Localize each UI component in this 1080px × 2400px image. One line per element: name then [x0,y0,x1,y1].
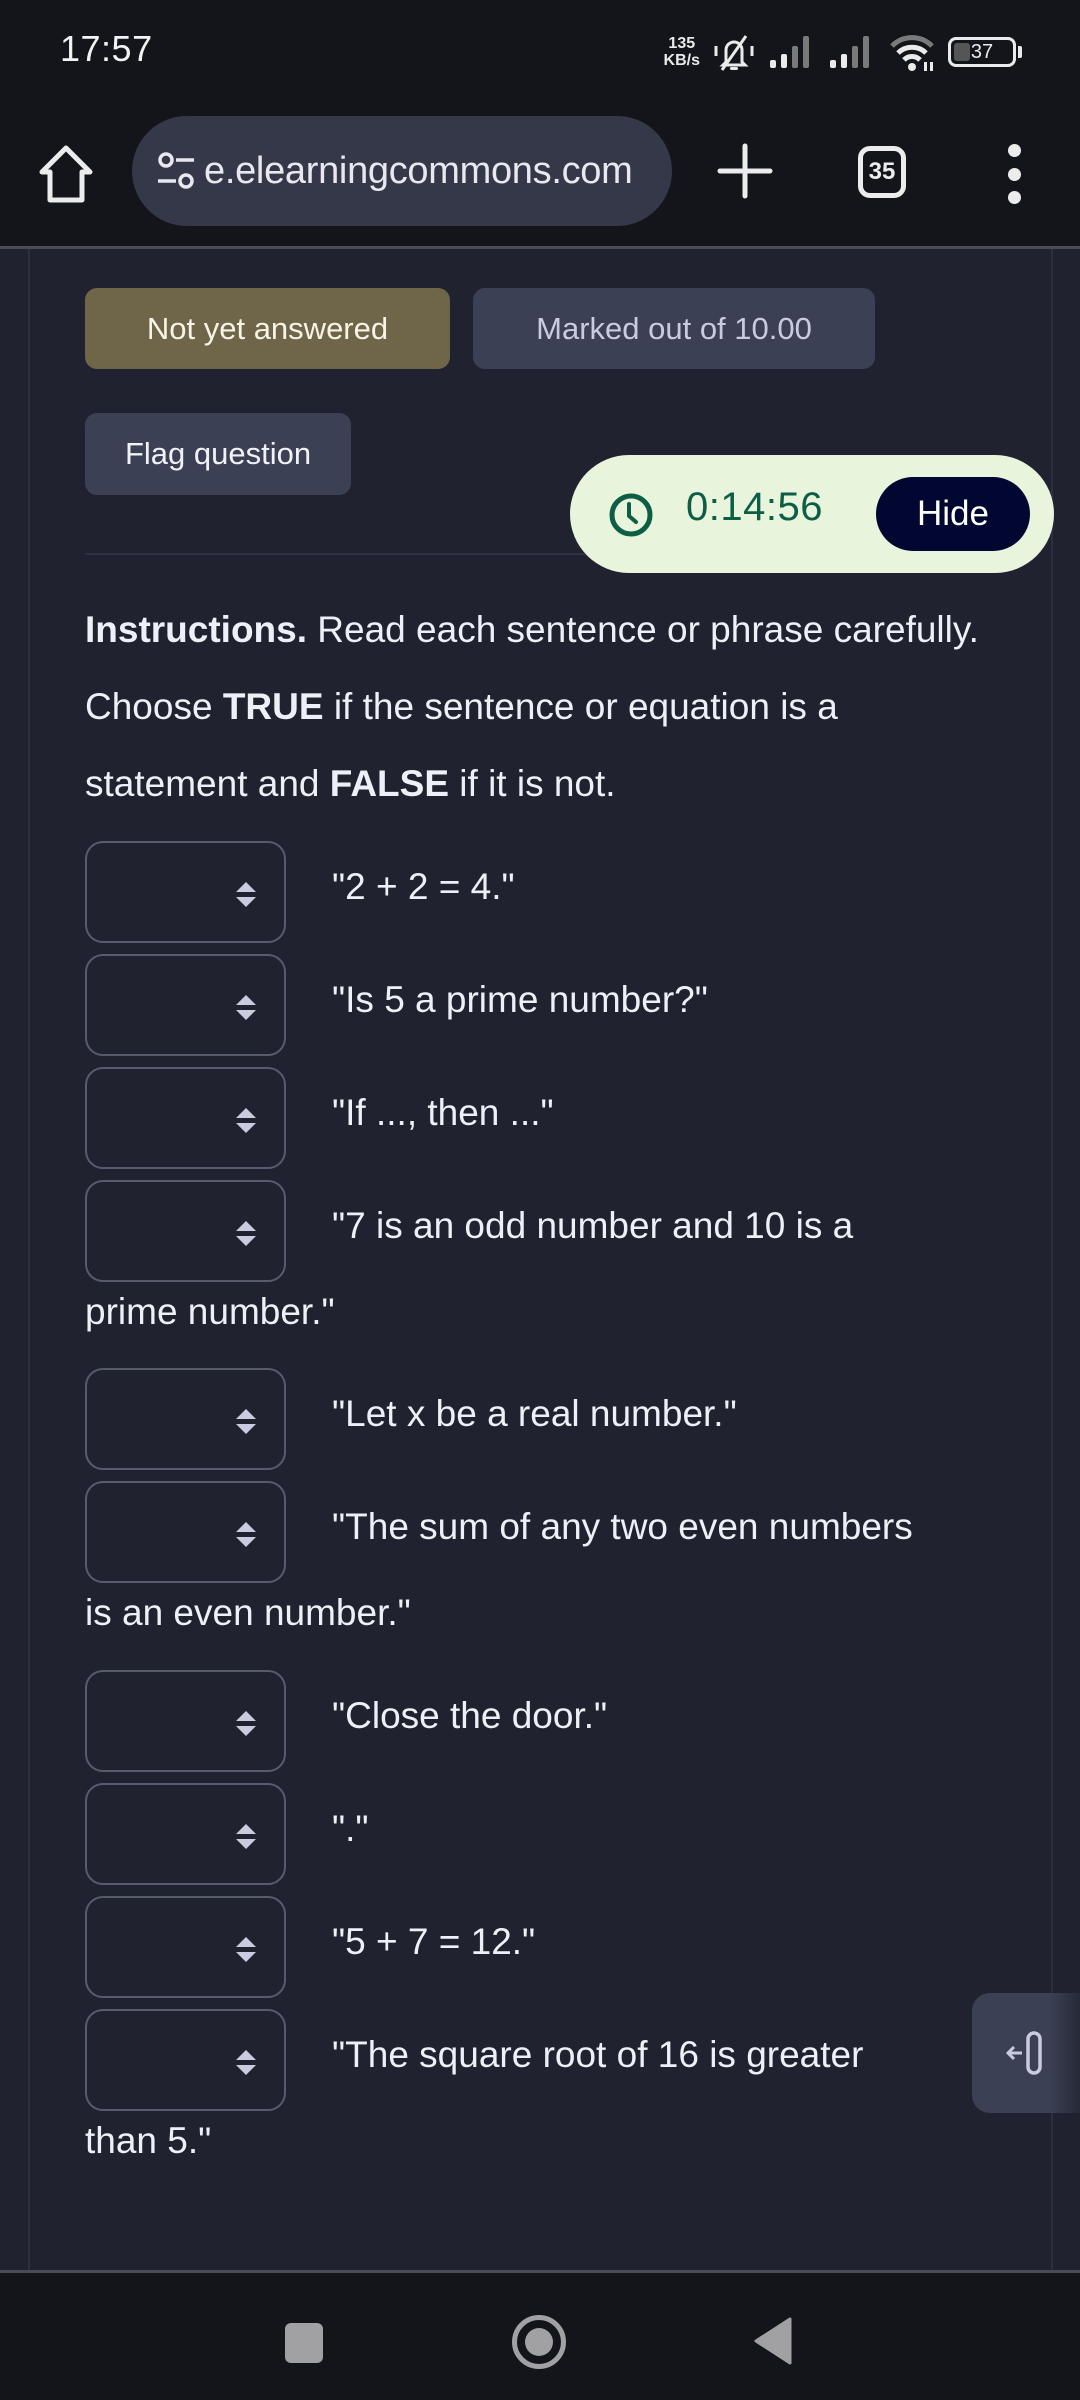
statement-item: "The square root of 16 is greater than 5… [85,2009,1005,2171]
select-arrows-icon [236,882,256,907]
quiz-page: Not yet answered Marked out of 10.00 Fla… [0,249,1080,2270]
recents-icon[interactable] [285,2323,323,2363]
back-icon[interactable] [752,2317,792,2365]
statement-text: "7 is an odd number and 10 is a [332,1205,854,1246]
tune-icon[interactable] [154,149,198,193]
answer-select[interactable] [85,1896,286,1998]
question-marks-badge: Marked out of 10.00 [473,288,875,369]
select-arrows-icon [236,1108,256,1133]
signal-icon [770,36,809,68]
system-nav-bar [0,2270,1080,2400]
statement-text: "." [332,1808,369,1849]
clock-icon [609,493,653,537]
answer-select[interactable] [85,1067,286,1169]
instructions-text: if it is not. [449,763,616,804]
statement-item: "." [85,1783,1005,1885]
browser-toolbar: e.elearningcommons.com 35 [0,100,1080,246]
wifi-icon [890,35,934,71]
answer-select[interactable] [85,1481,286,1583]
instructions-lead: Instructions. [85,609,308,650]
statement-item: "5 + 7 = 12." [85,1896,1005,1998]
battery-level: 37 [970,40,994,63]
answer-select[interactable] [85,1180,286,1282]
quiz-timer: 0:14:56 Hide [570,455,1054,573]
flag-question-button[interactable]: Flag question [85,413,351,495]
answer-select[interactable] [85,954,286,1056]
status-time: 17:57 [60,28,153,69]
statement-item: "Let x be a real number." [85,1368,1005,1470]
statement-item: "7 is an odd number and 10 is a prime nu… [85,1180,1005,1342]
statement-text-continued: is an even number." [85,1592,411,1633]
hide-timer-button[interactable]: Hide [876,477,1030,551]
network-speed: 135 KB/s [664,35,700,69]
statement-text-continued: than 5." [85,2120,212,2161]
page-border-left [28,249,30,2270]
battery-tip [1018,46,1022,58]
select-arrows-icon [236,1824,256,1849]
select-arrows-icon [236,2050,256,2075]
answer-select[interactable] [85,1368,286,1470]
url-text[interactable]: e.elearningcommons.com [204,150,633,193]
plus-icon[interactable] [716,142,774,200]
tab-count: 35 [868,158,896,185]
tab-switcher-icon[interactable]: 35 [858,146,906,198]
select-arrows-icon [236,1221,256,1246]
network-speed-value: 135 [668,35,696,52]
answer-select[interactable] [85,1670,286,1772]
select-arrows-icon [236,1522,256,1547]
statement-text: "Is 5 a prime number?" [332,979,708,1020]
instructions: Instructions. Read each sentence or phra… [85,591,985,822]
statement-text: "5 + 7 = 12." [332,1921,536,1962]
true-keyword: TRUE [222,686,324,727]
select-arrows-icon [236,1711,256,1736]
statement-text: "The sum of any two even numbers [332,1506,913,1547]
statement-text: "Let x be a real number." [332,1393,737,1434]
statement-item: "Is 5 a prime number?" [85,954,1005,1056]
select-arrows-icon [236,1937,256,1962]
statement-text: "The square root of 16 is greater [332,2034,864,2075]
statement-text: "Close the door." [332,1695,608,1736]
statement-text: "2 + 2 = 4." [332,866,515,907]
false-keyword: FALSE [329,763,450,804]
timer-time-left: 0:14:56 [686,485,823,529]
select-arrows-icon [236,995,256,1020]
answer-select[interactable] [85,1783,286,1885]
question-state-badge: Not yet answered [85,288,450,369]
status-bar: 17:57 135 KB/s 37 [0,0,1080,100]
open-drawer-icon [1005,2031,1042,2075]
status-icons: 135 KB/s 37 [664,30,1022,74]
home-icon[interactable] [38,144,94,204]
silent-bell-icon [714,35,754,71]
statement-item: "Close the door." [85,1670,1005,1772]
signal-icon [830,36,869,68]
open-drawer-button[interactable] [972,1993,1080,2113]
answer-select[interactable] [85,2009,286,2111]
url-bar[interactable]: e.elearningcommons.com [132,116,672,226]
statement-item: "The sum of any two even numbers is an e… [85,1481,1005,1643]
statement-text-continued: prime number." [85,1291,335,1332]
battery-icon: 37 [948,37,1016,67]
statement-item: "If ..., then ..." [85,1067,1005,1169]
statement-text: "If ..., then ..." [332,1092,554,1133]
page-border-right [1051,249,1053,2270]
home-circle-icon[interactable] [512,2315,566,2369]
answer-select[interactable] [85,841,286,943]
more-vert-icon[interactable] [1000,144,1028,204]
network-speed-unit: KB/s [663,52,700,69]
select-arrows-icon [236,1409,256,1434]
statement-item: "2 + 2 = 4." [85,841,1005,943]
